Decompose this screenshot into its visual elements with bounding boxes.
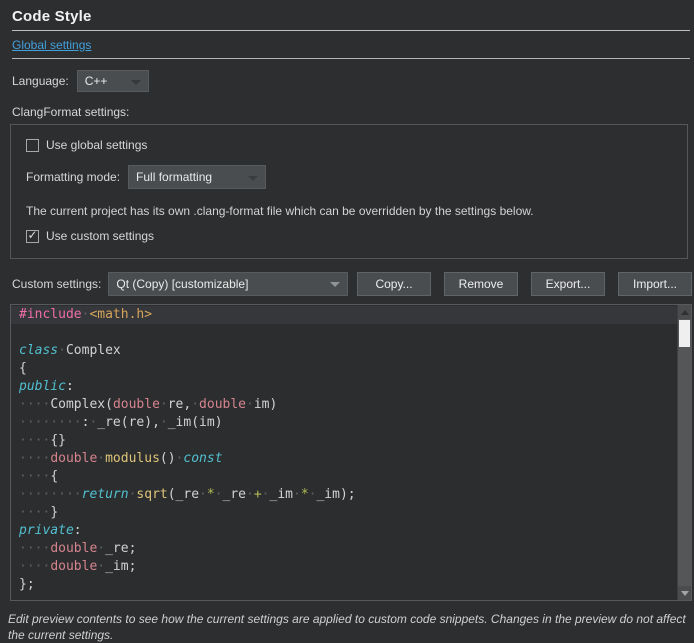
code-line: ········:·_re(re),·_im(im) <box>19 414 677 432</box>
page-title: Code Style <box>12 8 690 25</box>
code-line: public: <box>19 378 677 396</box>
use-custom-settings-checkbox[interactable]: ✓ Use custom settings <box>26 229 673 243</box>
export-button[interactable]: Export... <box>531 272 605 296</box>
code-editor-content[interactable]: #include·<math.h>class·Complex{public:··… <box>11 306 677 600</box>
code-line: ····double·modulus()·const <box>19 450 677 468</box>
language-selected-value: C++ <box>85 74 108 88</box>
clangformat-settings-group: Use global settings Formatting mode: Ful… <box>10 124 688 259</box>
scroll-down-button[interactable] <box>678 586 691 600</box>
code-line: ····Complex(double·re,·double·im) <box>19 396 677 414</box>
code-line: ····} <box>19 504 677 522</box>
language-select[interactable]: C++ <box>77 70 149 92</box>
checkbox-checked-icon: ✓ <box>26 230 39 243</box>
custom-settings-row: Custom settings: Qt (Copy) [customizable… <box>12 272 692 296</box>
clangformat-settings-label: ClangFormat settings: <box>12 105 694 119</box>
use-global-settings-checkbox[interactable]: Use global settings <box>26 138 673 152</box>
custom-settings-buttons: Copy... Remove Export... Import... <box>357 272 692 296</box>
copy-button[interactable]: Copy... <box>357 272 431 296</box>
use-custom-settings-label: Use custom settings <box>46 229 154 243</box>
clang-format-file-note: The current project has its own .clang-f… <box>26 204 673 218</box>
global-settings-link[interactable]: Global settings <box>12 38 91 52</box>
formatting-mode-row: Formatting mode: Full formatting <box>26 165 673 189</box>
import-button[interactable]: Import... <box>618 272 692 296</box>
formatting-mode-label: Formatting mode: <box>26 170 120 184</box>
code-line <box>19 324 677 342</box>
custom-settings-selected-value: Qt (Copy) [customizable] <box>116 277 248 291</box>
chevron-down-icon <box>330 282 340 287</box>
triangle-down-icon <box>681 591 689 596</box>
preview-hint-text: Edit preview contents to see how the cur… <box>8 611 686 643</box>
custom-settings-label: Custom settings: <box>12 277 101 291</box>
use-global-settings-label: Use global settings <box>46 138 147 152</box>
custom-settings-select[interactable]: Qt (Copy) [customizable] <box>108 272 348 296</box>
code-line: #include·<math.h> <box>11 306 677 324</box>
scrollbar-thumb[interactable] <box>679 320 690 347</box>
scroll-up-button[interactable] <box>678 305 691 319</box>
code-line: ········return·sqrt(_re·*·_re·+·_im·*·_i… <box>19 486 677 504</box>
page-header: Code Style <box>12 8 690 31</box>
code-line: private: <box>19 522 677 540</box>
code-style-settings-page: Code Style Global settings Language: C++… <box>0 8 694 640</box>
code-line: ····{ <box>19 468 677 486</box>
code-line: }; <box>19 576 677 594</box>
code-line: ····double·_im; <box>19 558 677 576</box>
language-label: Language: <box>12 74 69 88</box>
language-row: Language: C++ <box>12 70 694 92</box>
triangle-up-icon <box>681 310 689 315</box>
chevron-down-icon <box>131 80 141 85</box>
global-settings-link-row: Global settings <box>12 31 690 59</box>
code-preview-editor[interactable]: #include·<math.h>class·Complex{public:··… <box>10 304 692 601</box>
code-line: { <box>19 360 677 378</box>
chevron-down-icon <box>248 176 258 181</box>
code-line: ····double·_re; <box>19 540 677 558</box>
checkbox-unchecked-icon <box>26 139 39 152</box>
vertical-scrollbar[interactable] <box>677 305 691 600</box>
remove-button[interactable]: Remove <box>444 272 518 296</box>
formatting-mode-select[interactable]: Full formatting <box>128 165 266 189</box>
checkmark-glyph: ✓ <box>27 230 37 241</box>
code-line: class·Complex <box>19 342 677 360</box>
formatting-mode-selected-value: Full formatting <box>136 170 212 184</box>
code-line: ····{} <box>19 432 677 450</box>
